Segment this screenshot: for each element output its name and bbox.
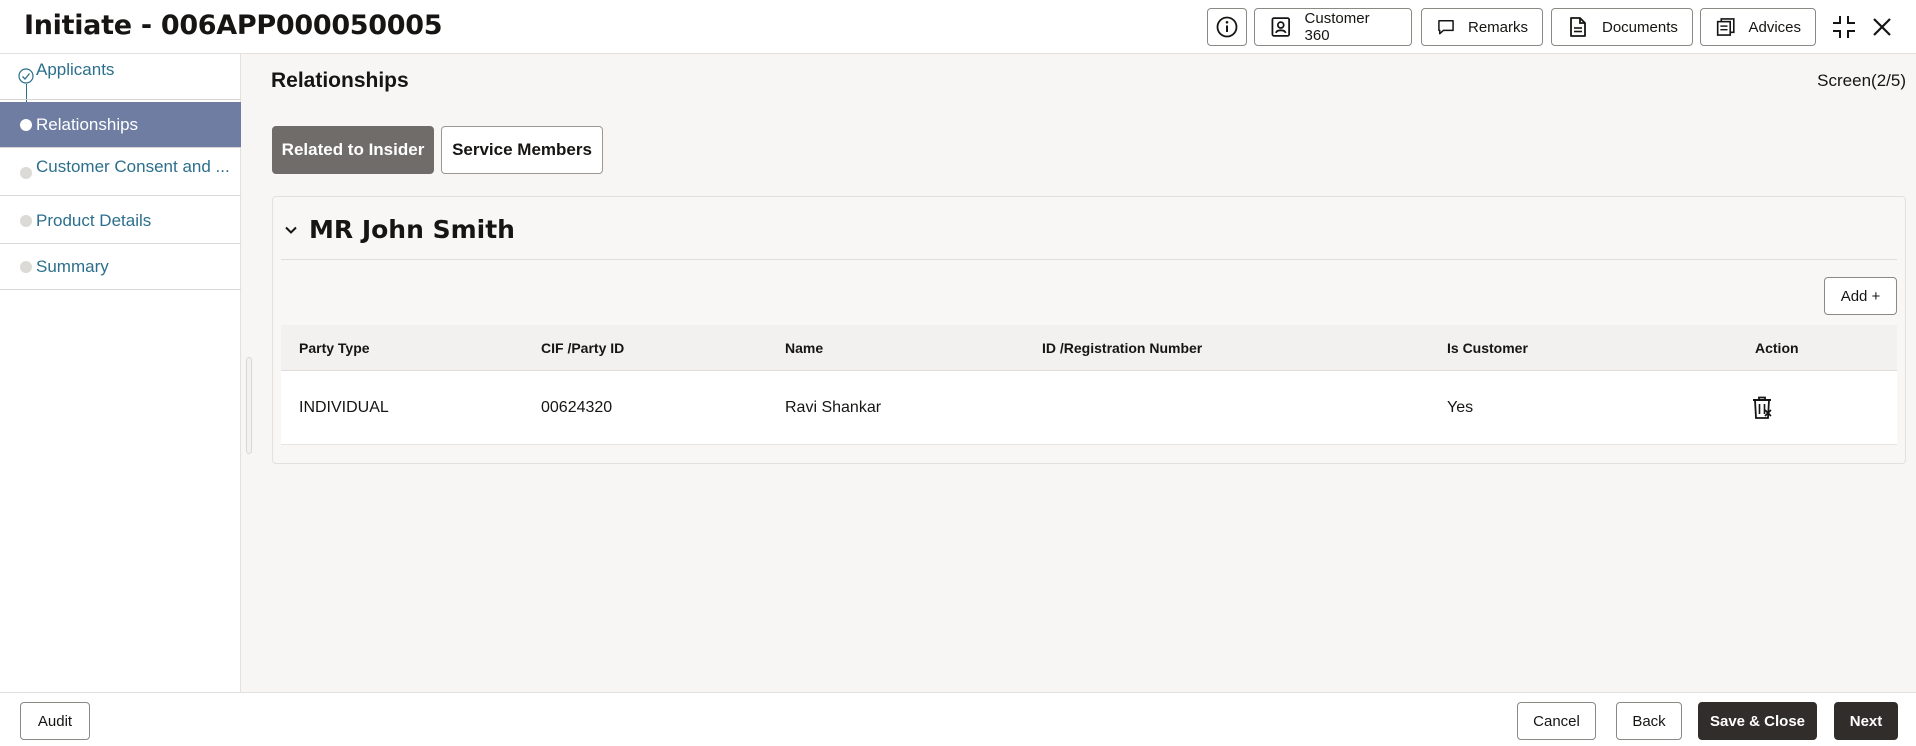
document-icon — [1570, 17, 1586, 37]
train-stop-sidebar: Applicants Relationships Customer Consen… — [0, 54, 241, 692]
screen-indicator: Screen(2/5) — [1817, 71, 1906, 90]
remarks-button[interactable]: Remarks — [1421, 8, 1543, 46]
sidebar-item-label: Product Details — [36, 210, 152, 230]
comment-icon — [1438, 20, 1454, 35]
sidebar-item-customer-consent[interactable]: Customer Consent and ... — [0, 150, 241, 196]
column-header: Action — [1755, 339, 1799, 356]
page-title: Initiate - 006APP000050005 — [24, 10, 443, 41]
customer-360-label: Customer 360 — [1304, 10, 1370, 44]
sidebar-item-label: Customer Consent and ... — [36, 156, 236, 178]
check-circle-icon — [18, 68, 34, 84]
advices-icon — [1716, 18, 1735, 36]
cell-cif: 00624320 — [541, 398, 613, 416]
divider — [281, 259, 1897, 260]
advices-button[interactable]: Advices — [1700, 8, 1816, 46]
customer-360-button[interactable]: Customer 360 — [1254, 8, 1412, 46]
sidebar-item-summary[interactable]: Summary — [0, 244, 241, 290]
cell-party-type: INDIVIDUAL — [299, 398, 389, 416]
column-header: Is Customer — [1447, 339, 1528, 356]
step-dot-icon — [20, 166, 32, 179]
tab-related-to-insider[interactable]: Related to Insider — [272, 126, 434, 174]
step-dot-icon — [20, 118, 32, 131]
back-button[interactable]: Back — [1616, 702, 1682, 740]
cancel-button[interactable]: Cancel — [1517, 702, 1596, 740]
column-header: CIF /Party ID — [541, 339, 625, 356]
app-header: Initiate - 006APP000050005 Customer 360 … — [0, 0, 1916, 54]
column-header: Party Type — [299, 339, 370, 356]
close-icon[interactable] — [1867, 12, 1897, 42]
sidebar-item-label-text: Customer Consent and ... — [36, 157, 230, 176]
card-header[interactable]: MR John Smith — [283, 215, 515, 244]
add-button[interactable]: Add + — [1824, 277, 1897, 315]
step-dot-icon — [20, 260, 32, 273]
tab-service-members[interactable]: Service Members — [441, 126, 603, 174]
delete-button[interactable] — [1750, 371, 1774, 444]
column-header: ID /Registration Number — [1042, 339, 1203, 356]
step-dot-icon — [20, 214, 32, 227]
footer-bar: Audit Cancel Back Save & Close Next — [0, 692, 1916, 746]
remarks-label: Remarks — [1467, 18, 1528, 36]
relationships-table: Party Type CIF /Party ID Name ID /Regist… — [281, 325, 1897, 445]
sidebar-item-relationships[interactable]: Relationships — [0, 102, 241, 148]
table-header: Party Type CIF /Party ID Name ID /Regist… — [281, 325, 1897, 371]
documents-label: Documents — [1602, 18, 1678, 36]
cell-is-customer: Yes — [1447, 398, 1474, 416]
sidebar-item-label: Relationships — [36, 114, 139, 134]
audit-button[interactable]: Audit — [20, 702, 90, 740]
chevron-down-icon[interactable] — [283, 222, 299, 238]
info-button[interactable] — [1207, 8, 1247, 46]
section-title: Relationships — [271, 69, 409, 92]
applicant-name: MR John Smith — [309, 215, 515, 244]
panel-resize-handle[interactable] — [246, 357, 252, 454]
delete-icon — [1753, 396, 1772, 419]
sidebar-item-applicants[interactable]: Applicants — [0, 54, 241, 100]
table-row: INDIVIDUAL 00624320 Ravi Shankar Yes — [281, 371, 1897, 445]
documents-button[interactable]: Documents — [1551, 8, 1693, 46]
info-icon — [1216, 16, 1238, 38]
sidebar-item-label: Summary — [36, 256, 109, 276]
cell-name: Ravi Shankar — [785, 398, 882, 416]
contact-card-icon — [1271, 17, 1290, 37]
sidebar-item-label: Applicants — [36, 60, 115, 79]
collapse-icon[interactable] — [1829, 12, 1859, 42]
advices-label: Advices — [1748, 18, 1801, 36]
next-button[interactable]: Next — [1834, 702, 1898, 740]
column-header: Name — [785, 339, 824, 356]
save-close-button[interactable]: Save & Close — [1698, 702, 1817, 740]
sidebar-item-product-details[interactable]: Product Details — [0, 198, 241, 244]
applicant-card: MR John Smith Add + Party Type CIF /Part… — [272, 196, 1906, 464]
